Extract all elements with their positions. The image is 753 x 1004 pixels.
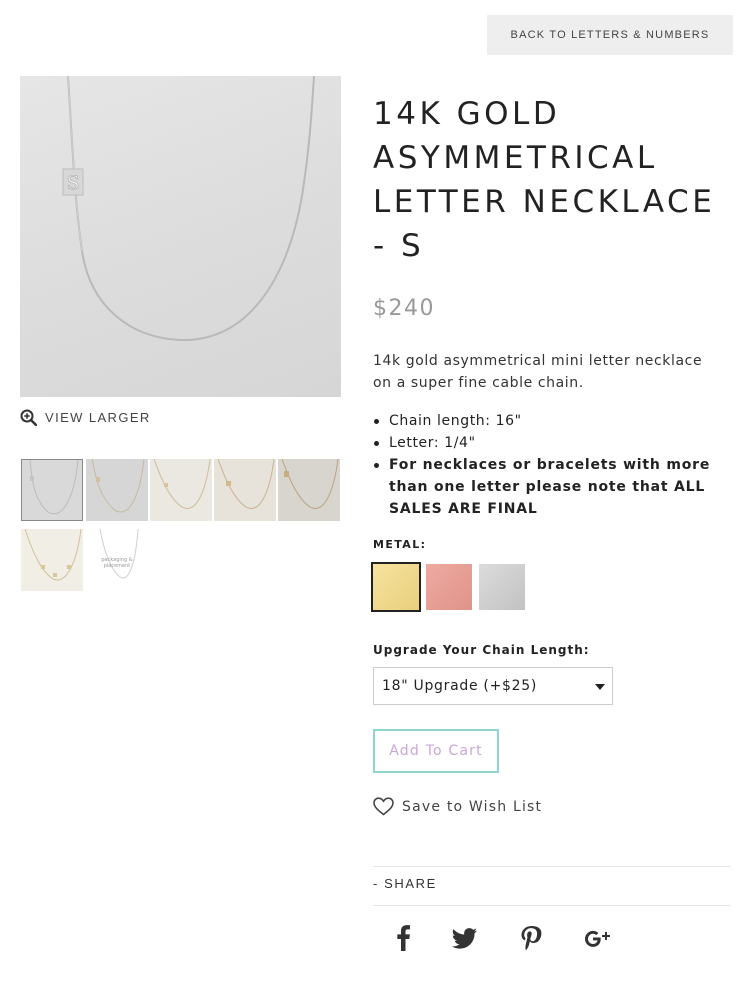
- view-larger-link[interactable]: VIEW LARGER: [20, 409, 151, 426]
- main-product-image[interactable]: S: [20, 76, 341, 397]
- metal-swatches: [371, 562, 532, 612]
- zoom-in-icon: [20, 409, 37, 426]
- thumbnail-1[interactable]: [21, 459, 83, 521]
- view-larger-label: VIEW LARGER: [45, 410, 151, 425]
- necklace-illustration: S: [62, 76, 315, 342]
- share-divider-bottom: [373, 905, 730, 906]
- metal-swatch-silver[interactable]: [479, 564, 525, 610]
- metal-swatch-rose-gold[interactable]: [426, 564, 472, 610]
- thumbnail-3[interactable]: [150, 459, 212, 521]
- heart-icon: [373, 797, 394, 816]
- pinterest-icon[interactable]: [520, 925, 542, 953]
- dropdown-arrow-icon: [595, 684, 605, 690]
- product-description: 14k gold asymmetrical mini letter neckla…: [373, 353, 703, 391]
- thumbnail-5[interactable]: [278, 459, 340, 521]
- thumbnail-4[interactable]: [214, 459, 276, 521]
- chain-length-label: Upgrade Your Chain Length:: [373, 643, 590, 657]
- thumbnail-6[interactable]: [21, 529, 83, 591]
- chain-length-value: 18" Upgrade (+$25): [382, 678, 537, 694]
- metal-label: METAL:: [373, 538, 427, 551]
- save-to-wishlist-link[interactable]: Save to Wish List: [373, 797, 542, 816]
- main-letter-charm: S: [66, 172, 79, 194]
- detail-sales-final: For necklaces or bracelets with more tha…: [373, 454, 733, 520]
- detail-letter-size: Letter: 1/4": [373, 432, 733, 454]
- share-divider-top: [373, 866, 730, 867]
- wishlist-label: Save to Wish List: [402, 798, 543, 815]
- packaging-caption: packaging & placement: [101, 557, 133, 569]
- thumbnail-7[interactable]: packaging & placement: [86, 529, 148, 591]
- twitter-icon[interactable]: [452, 928, 478, 950]
- product-price: $240: [373, 296, 435, 321]
- thumbnail-2[interactable]: [86, 459, 148, 521]
- product-details-list: Chain length: 16" Letter: 1/4" For neckl…: [373, 410, 733, 520]
- share-toggle[interactable]: - SHARE: [373, 876, 437, 891]
- facebook-icon[interactable]: [394, 924, 412, 952]
- detail-chain-length: Chain length: 16": [373, 410, 733, 432]
- back-to-letters-button[interactable]: BACK TO LETTERS & NUMBERS: [487, 15, 733, 55]
- add-to-cart-button[interactable]: Add To Cart: [373, 729, 499, 773]
- metal-swatch-gold[interactable]: [371, 562, 421, 612]
- product-title: 14K GOLD ASYMMETRICAL LETTER NECKLACE - …: [373, 96, 716, 264]
- chain-length-select[interactable]: 18" Upgrade (+$25): [373, 667, 613, 705]
- google-plus-icon[interactable]: [584, 926, 612, 952]
